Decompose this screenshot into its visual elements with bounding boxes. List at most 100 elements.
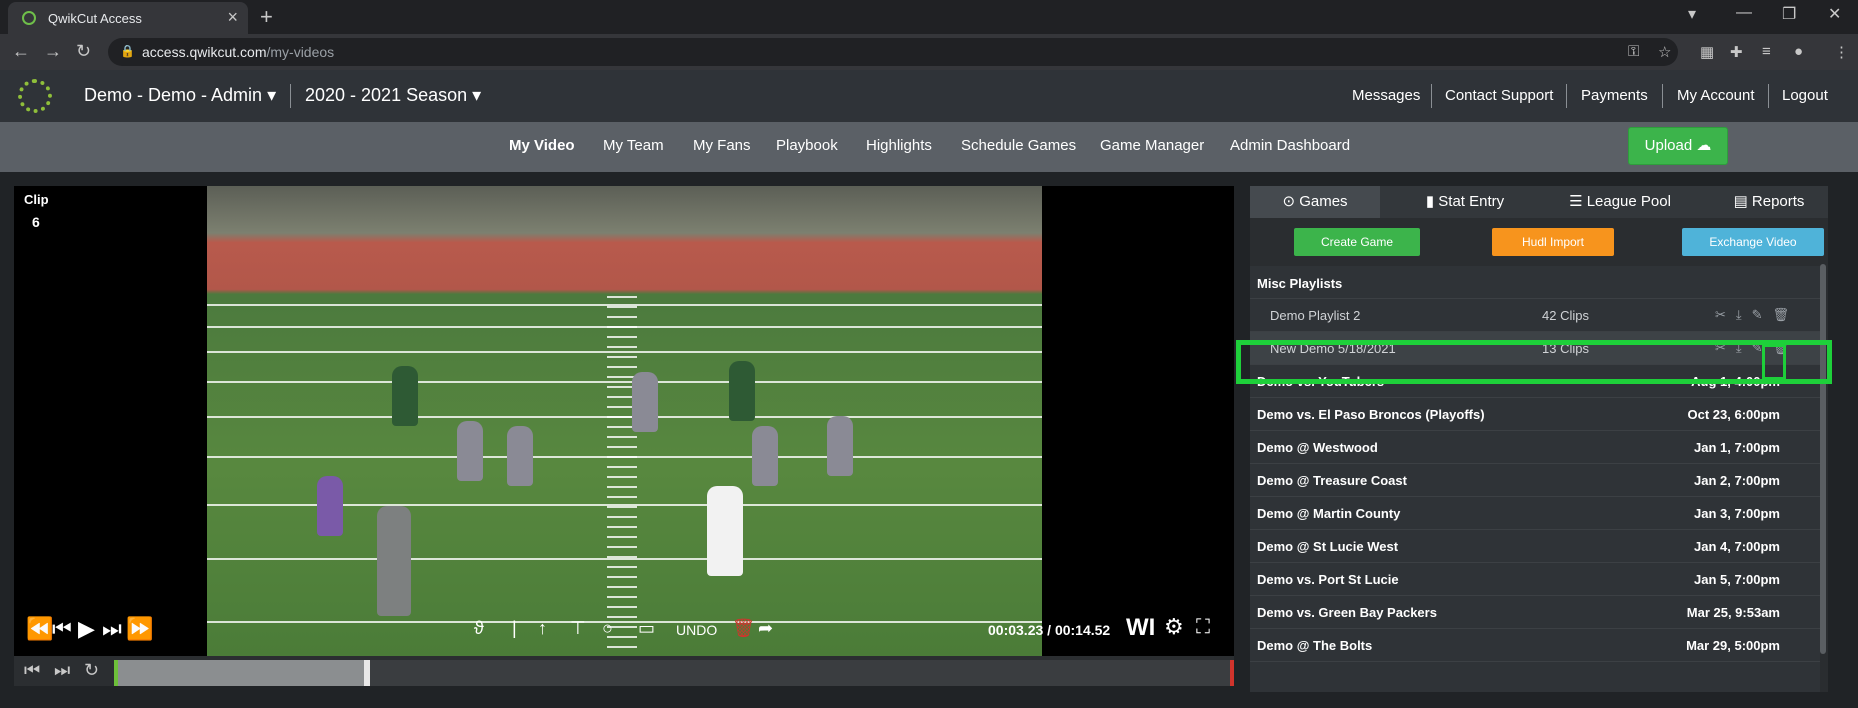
app-header: Demo - Demo - Admin ▾ 2020 - 2021 Season… [0,70,1858,122]
tab-stat-entry[interactable]: ▮ Stat Entry [1400,186,1530,218]
step-back-icon[interactable]: ⏮ [52,616,72,642]
nav-game-manager[interactable]: Game Manager [1100,137,1204,154]
close-window-icon[interactable]: ✕ [1828,4,1841,24]
list-item[interactable]: Demo @ Westwood Jan 1, 7:00pm [1250,431,1820,464]
tab-reports[interactable]: ▤ Reports [1710,186,1828,218]
replay-icon[interactable]: ↻ [84,660,99,681]
reading-list-icon[interactable]: ≡ [1762,43,1771,60]
upload-button[interactable]: Upload ☁ [1628,127,1728,165]
video-player[interactable]: Clip 6 ⏪ ⏮ ▶ ⏭ ⏩ ϑ | ↑ ⊤ ○ ▭ UNDO 🗑 ➦ 00… [14,186,1234,656]
browser-tab-title: QwikCut Access [48,11,142,26]
messages-link[interactable]: Messages [1352,87,1420,104]
step-forward-icon[interactable]: ⏭ [102,616,122,642]
main-nav: My Video My Team My Fans Playbook Highli… [0,122,1858,172]
tab-games[interactable]: ⊙ Games [1250,186,1380,218]
forward-icon[interactable]: → [44,41,62,62]
maximize-icon[interactable]: ❐ [1782,4,1796,24]
playhead[interactable] [364,660,370,686]
nav-my-fans[interactable]: My Fans [693,137,751,154]
avatar[interactable]: ● [1794,43,1803,60]
share-icon[interactable]: ➦ [758,618,773,639]
freehand-draw-icon[interactable]: ϑ [474,618,484,639]
logout-link[interactable]: Logout [1782,87,1828,104]
browser-toolbar: ← → ↻ 🔒 access.qwikcut.com/my-videos ⚿ ☆… [0,34,1858,70]
back-icon[interactable]: ← [12,41,30,62]
rewind-icon[interactable]: ⏪ [26,616,53,642]
line-tool-icon[interactable]: | [512,618,517,639]
clip-number: 6 [32,214,40,230]
list-item[interactable]: Demo vs. Green Bay Packers Mar 25, 9:53am [1250,596,1820,629]
edit-icon-highlight [1762,344,1786,380]
address-bar[interactable]: 🔒 access.qwikcut.com/my-videos [108,38,1678,66]
list-item[interactable]: Demo vs. El Paso Broncos (Playoffs) Oct 2… [1250,398,1820,431]
play-icon[interactable]: ▶ [78,616,95,642]
my-account-link[interactable]: My Account [1677,87,1755,104]
contact-support-link[interactable]: Contact Support [1445,87,1553,104]
browser-tab[interactable]: QwikCut Access × [8,2,248,34]
nav-schedule-games[interactable]: Schedule Games [961,137,1076,154]
undo-button[interactable]: UNDO [676,622,717,638]
reload-icon[interactable]: ↻ [76,41,91,62]
browser-tab-bar: QwikCut Access × + ▾ — ❐ ✕ [0,0,1858,34]
key-icon[interactable]: ⚿ [1628,43,1639,60]
section-header: Misc Playlists [1250,266,1820,299]
games-panel: ⊙ Games ▮ Stat Entry ☰ League Pool ▤ Rep… [1250,186,1828,692]
trash-icon[interactable]: 🗑 [732,618,755,639]
nav-playbook[interactable]: Playbook [776,137,838,154]
divider [1431,84,1432,108]
comment-tool-icon[interactable]: ▭ [638,618,655,639]
fullscreen-icon[interactable]: ⛶ [1196,616,1210,639]
clip-timeline: ⏮ ⏭ ↻ [14,656,1234,686]
lock-icon: 🔒 [120,44,135,58]
tab-league-pool[interactable]: ☰ League Pool [1550,186,1690,218]
list-item[interactable]: Demo @ St Lucie West Jan 4, 7:00pm [1250,530,1820,563]
list-item[interactable]: Demo @ Martin County Jan 3, 7:00pm [1250,497,1820,530]
divider [1566,84,1567,108]
new-tab-icon[interactable]: + [260,4,273,30]
hudl-import-button[interactable]: Hudl Import [1492,228,1614,256]
games-list: Misc Playlists Demo Playlist 2 42 Clips … [1250,266,1820,692]
profile-menu-icon[interactable]: ▾ [1688,4,1696,24]
payments-link[interactable]: Payments [1581,87,1648,104]
divider [290,84,291,108]
season-dropdown[interactable]: 2020 - 2021 Season ▾ [305,85,481,106]
divider [1662,84,1663,108]
bookmark-star-icon[interactable]: ☆ [1658,43,1671,61]
account-dropdown[interactable]: Demo - Demo - Admin ▾ [84,85,276,106]
gear-icon[interactable]: ⚙ [1164,614,1184,640]
fast-forward-icon[interactable]: ⏩ [126,616,153,642]
list-item[interactable]: Demo vs. Port St Lucie Jan 5, 7:00pm [1250,563,1820,596]
list-item[interactable]: Demo @ Treasure Coast Jan 2, 7:00pm [1250,464,1820,497]
nav-admin-dashboard[interactable]: Admin Dashboard [1230,137,1350,154]
panel-tabs: ⊙ Games ▮ Stat Entry ☰ League Pool ▤ Rep… [1250,186,1828,218]
nav-my-team[interactable]: My Team [603,137,664,154]
arrow-tool-icon[interactable]: ↑ [538,618,547,639]
list-item[interactable]: Demo Playlist 2 42 Clips ✂⤓✎🗑 [1250,299,1820,332]
main-content: Clip 6 ⏪ ⏮ ▶ ⏭ ⏩ ϑ | ↑ ⊤ ○ ▭ UNDO 🗑 ➦ 00… [0,172,1858,708]
minimize-icon[interactable]: — [1736,4,1752,22]
block-arrow-tool-icon[interactable]: ⊤ [570,618,586,639]
divider [1768,84,1769,108]
nav-highlights[interactable]: Highlights [866,137,932,154]
extension-icon[interactable]: ▦ [1700,43,1714,61]
nav-my-video[interactable]: My Video [509,137,575,154]
url-text: access.qwikcut.com/my-videos [142,44,335,60]
qwikcut-logo-icon[interactable] [18,79,52,113]
video-frame [207,186,1042,656]
panel-scrollbar[interactable] [1820,264,1826,654]
puzzle-icon[interactable]: ✚ [1730,43,1743,61]
circle-tool-icon[interactable]: ○ [602,618,613,639]
close-tab-icon[interactable]: × [227,7,238,28]
previous-clip-icon[interactable]: ⏮ [24,660,40,681]
next-clip-icon[interactable]: ⏭ [54,660,70,681]
browser-menu-icon[interactable]: ⋮ [1834,43,1849,61]
wi-overlay-button[interactable]: WI [1126,614,1155,642]
time-display: 00:03.23 / 00:14.52 [988,622,1111,638]
exchange-video-button[interactable]: Exchange Video [1682,228,1824,256]
qwikcut-favicon-icon [22,11,36,25]
create-game-button[interactable]: Create Game [1294,228,1420,256]
clip-label: Clip [24,192,49,207]
playlist-actions[interactable]: ✂⤓✎🗑 [1715,307,1799,323]
list-item[interactable]: Demo @ The Bolts Mar 29, 5:00pm [1250,629,1820,662]
scrub-bar[interactable] [114,660,1234,686]
